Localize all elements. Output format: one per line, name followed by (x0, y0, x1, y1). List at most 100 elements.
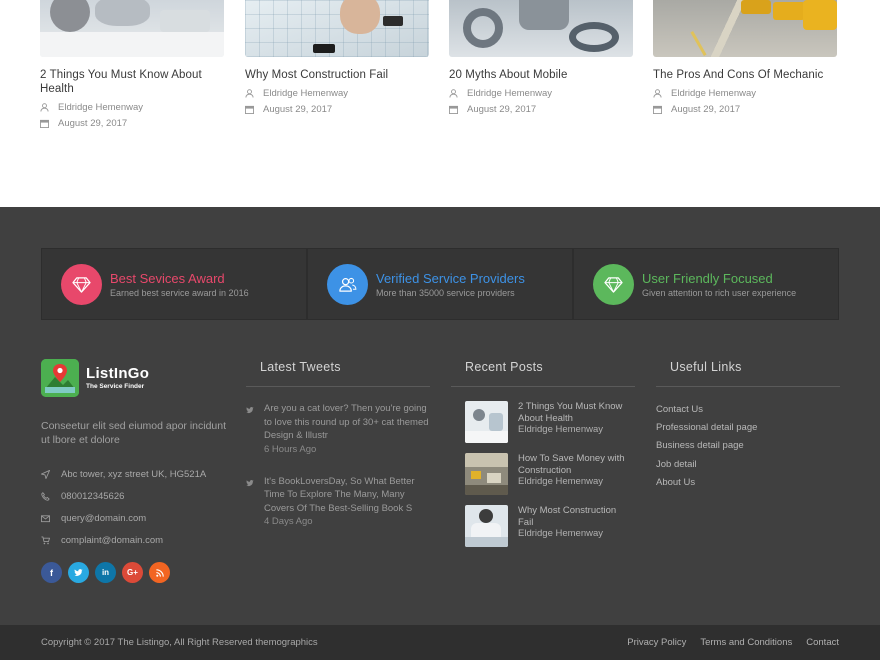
post-author-name[interactable]: Eldridge Hemenway (671, 88, 756, 99)
brand-about-text: Conseetur elit sed eiumod apor incidunt … (41, 420, 227, 446)
post-author-name[interactable]: Eldridge Hemenway (263, 88, 348, 99)
post-author: Eldridge Hemenway (40, 101, 224, 113)
recent-post-item[interactable]: 2 Things You Must Know About Health Eldr… (465, 401, 635, 443)
useful-link-professional-detail[interactable]: Professional detail page (656, 419, 840, 437)
recent-post-title[interactable]: 2 Things You Must Know About Health (518, 401, 628, 424)
post-date: August 29, 2017 (245, 103, 429, 115)
recent-post-item[interactable]: How To Save Money with Construction Eldr… (465, 453, 635, 495)
blog-card[interactable]: 20 Myths About Mobile Eldridge Hemenway … (449, 0, 633, 115)
useful-link-about-us[interactable]: About Us (656, 474, 840, 492)
calendar-icon (449, 105, 458, 114)
user-icon (40, 102, 49, 112)
contact-address: Abc tower, xyz street UK, HG521A (41, 463, 231, 485)
privacy-policy-link[interactable]: Privacy Policy (627, 637, 686, 648)
post-title[interactable]: Why Most Construction Fail (245, 68, 429, 82)
post-title[interactable]: 2 Things You Must Know About Health (40, 68, 224, 96)
tweet-item: Are you a cat lover? Then you're going t… (246, 402, 430, 456)
blog-card[interactable]: The Pros And Cons Of Mechanic Eldridge H… (653, 0, 837, 115)
bottom-links: Privacy Policy Terms and Conditions Cont… (613, 637, 839, 648)
award-verified-providers: Verified Service Providers More than 350… (307, 248, 573, 320)
award-subtitle: More than 35000 service providers (376, 287, 515, 298)
contact-address-text: Abc tower, xyz street UK, HG521A (61, 468, 207, 480)
recent-post-thumbnail[interactable] (465, 505, 508, 547)
facebook-icon[interactable]: f (41, 562, 62, 583)
tweet-time: 4 Days Ago (264, 516, 313, 527)
post-author: Eldridge Hemenway (245, 87, 429, 99)
contact-complaint: complaint@domain.com (41, 529, 231, 551)
logo-map-icon (41, 359, 79, 397)
award-best-service: Best Sevices Award Earned best service a… (41, 248, 307, 320)
calendar-icon (245, 105, 254, 114)
contact-complaint-text[interactable]: complaint@domain.com (61, 535, 163, 546)
tweet-time: 6 Hours Ago (264, 443, 317, 455)
footer-logo[interactable]: ListInGo The Service Finder (41, 359, 231, 397)
post-date-text: August 29, 2017 (671, 103, 741, 115)
recent-post-author: Eldridge Hemenway (518, 528, 604, 539)
google-plus-icon[interactable]: G+ (122, 562, 143, 583)
tweet-text[interactable]: Are you a cat lover? Then you're going t… (264, 402, 430, 443)
recent-post-thumbnail[interactable] (465, 401, 508, 443)
twitter-icon (246, 479, 254, 486)
award-title: Best Sevices Award (110, 270, 225, 286)
linkedin-icon[interactable]: in (95, 562, 116, 583)
diamond-icon (604, 276, 623, 293)
tweet-item: It's BookLoversDay, So What Better Time … (246, 475, 430, 529)
post-date-text: August 29, 2017 (467, 103, 537, 115)
award-subtitle: Earned best service award in 2016 (110, 287, 249, 298)
post-title[interactable]: 20 Myths About Mobile (449, 68, 633, 82)
useful-link-job-detail[interactable]: Job detail (656, 456, 840, 474)
recent-post-title[interactable]: How To Save Money with Construction (518, 453, 628, 476)
calendar-icon (40, 119, 49, 128)
blog-card[interactable]: Why Most Construction Fail Eldridge Heme… (245, 0, 429, 115)
widget-title: Latest Tweets (246, 360, 430, 387)
post-author-name[interactable]: Eldridge Hemenway (58, 102, 143, 113)
post-thumbnail[interactable] (653, 0, 837, 57)
contact-email: query@domain.com (41, 507, 231, 529)
contact-list: Abc tower, xyz street UK, HG521A 0800123… (41, 463, 231, 551)
copyright-bar: Copyright © 2017 The Listingo, All Right… (0, 625, 880, 660)
post-author-name[interactable]: Eldridge Hemenway (467, 88, 552, 99)
contact-link[interactable]: Contact (806, 637, 839, 648)
useful-link-business-detail[interactable]: Business detail page (656, 437, 840, 455)
recent-post-author: Eldridge Hemenway (518, 424, 604, 435)
post-thumbnail[interactable] (245, 0, 429, 57)
footer-brand-column: ListInGo The Service Finder Conseetur el… (41, 359, 231, 583)
recent-post-author: Eldridge Hemenway (518, 476, 604, 487)
contact-phone-text[interactable]: 08001234562‎6 (61, 491, 124, 502)
post-date: August 29, 2017 (653, 103, 837, 115)
award-subtitle: Given attention to rich user experience (642, 287, 797, 298)
widget-title: Useful Links (656, 360, 840, 387)
post-thumbnail[interactable] (449, 0, 633, 57)
post-author: Eldridge Hemenway (653, 87, 837, 99)
copyright-text: Copyright © 2017 The Listingo, All Right… (41, 637, 318, 648)
latest-tweets-widget: Latest Tweets Are you a cat lover? Then … (246, 360, 430, 528)
recent-post-thumbnail[interactable] (465, 453, 508, 495)
footer: Best Sevices Award Earned best service a… (0, 207, 880, 625)
contact-email-text[interactable]: query@domain.com (61, 513, 146, 524)
diamond-icon (72, 276, 91, 293)
blog-section: 2 Things You Must Know About Health Eldr… (0, 0, 880, 207)
user-icon (653, 88, 662, 98)
envelope-icon (41, 514, 50, 522)
terms-link[interactable]: Terms and Conditions (700, 637, 792, 648)
contact-phone: 08001234562‎6 (41, 485, 231, 507)
twitter-icon[interactable] (68, 562, 89, 583)
recent-post-title[interactable]: Why Most Construction Fail (518, 505, 628, 528)
post-date-text: August 29, 2017 (263, 103, 333, 115)
blog-card[interactable]: 2 Things You Must Know About Health Eldr… (40, 0, 224, 129)
user-icon (245, 88, 254, 98)
tweet-text[interactable]: It's BookLoversDay, So What Better Time … (264, 475, 430, 516)
brand-name: ListInGo (86, 365, 150, 382)
post-title[interactable]: The Pros And Cons Of Mechanic (653, 68, 837, 82)
calendar-icon (653, 105, 662, 114)
post-author: Eldridge Hemenway (449, 87, 633, 99)
useful-link-contact-us[interactable]: Contact Us (656, 401, 840, 419)
recent-post-item[interactable]: Why Most Construction Fail Eldridge Heme… (465, 505, 635, 547)
users-icon (339, 277, 357, 292)
location-arrow-icon (41, 469, 50, 479)
rss-icon[interactable] (149, 562, 170, 583)
post-thumbnail[interactable] (40, 0, 224, 57)
award-icon-circle (327, 263, 368, 305)
award-user-friendly: User Friendly Focused Given attention to… (573, 248, 839, 320)
award-icon-circle (61, 263, 102, 305)
